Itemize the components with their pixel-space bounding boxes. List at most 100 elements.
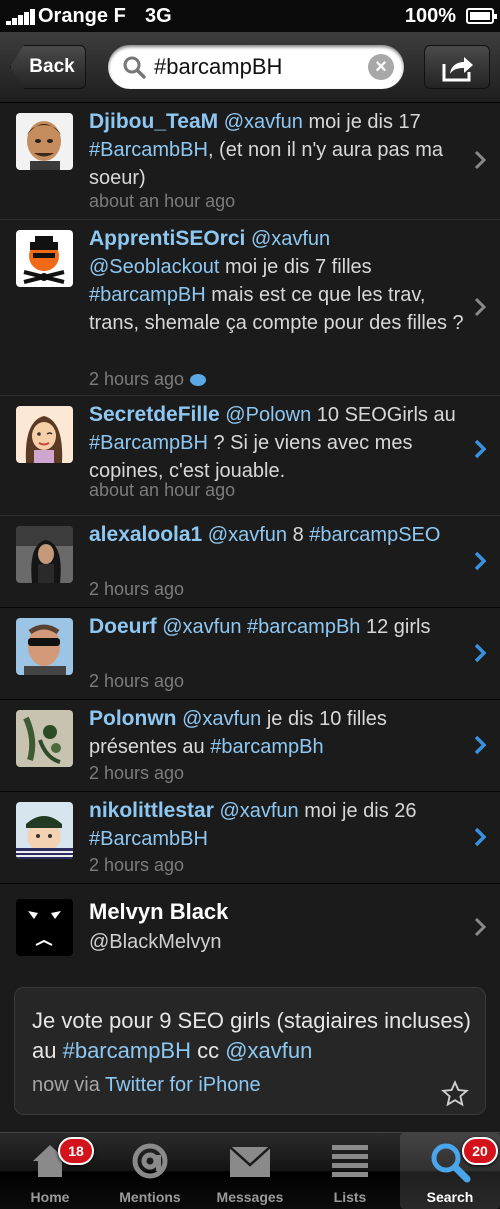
tweet-body: Je vote pour 9 SEO girls (stagiaires inc… [32,1006,472,1066]
tab-label: Search [426,1189,474,1205]
mention-link[interactable]: @xavfun [251,228,330,250]
tweet-username[interactable]: Doeurf [89,615,157,638]
tweet-username[interactable]: nikolittlestar [89,799,214,822]
avatar [16,406,73,463]
tab-label: Home [30,1189,70,1205]
hashtag-link[interactable]: #barcampBh [247,616,360,638]
tab-lists[interactable]: Lists [300,1133,400,1209]
tweet-time: 2 hours ago [89,671,185,691]
hashtag-link[interactable]: #BarcambBH [89,828,208,850]
tweet-time: 2 hours ago [89,369,207,390]
search-field[interactable]: × [108,45,404,89]
chevron-right-icon [474,735,486,755]
tweet-time-label: 2 hours ago [89,369,185,389]
text-fragment: 10 SEOGirls au [311,404,456,426]
tweet-detail-card: Je vote pour 9 SEO girls (stagiaires inc… [14,987,486,1115]
tweet-username[interactable]: Polonwn [89,707,177,730]
chevron-right-icon [474,439,486,459]
tweet-row[interactable]: Polonwn @xavfun je dis 10 filles présent… [0,700,500,792]
tweet-meta: now via Twitter for iPhone [32,1074,261,1097]
tab-mentions[interactable]: Mentions [100,1133,200,1209]
mention-link[interactable]: @xavfun [224,111,303,133]
text-fragment: 8 [287,524,310,546]
status-bar: Orange F 3G 100% [0,0,500,32]
back-button[interactable]: Back [10,45,86,89]
text-fragment: cc [190,1038,226,1063]
tweet-text: Polonwn @xavfun je dis 10 filles présent… [89,705,464,761]
avatar [16,710,73,767]
tweet-username[interactable]: ApprentiSEOrci [89,227,245,250]
mention-link[interactable]: @xavfun [225,1038,312,1063]
tweet-row[interactable]: ApprentiSEOrci @xavfun @Seoblackout moi … [0,220,500,396]
share-icon [442,57,473,82]
avatar [16,230,73,287]
hashtag-link[interactable]: #BarcambBH [89,139,208,161]
network-label: 3G [145,5,172,27]
tweet-text: ApprentiSEOrci @xavfun @Seoblackout moi … [89,225,464,337]
tweet-row[interactable]: SecretdeFille @Polown 10 SEOGirls au #Ba… [0,396,500,516]
search-badge: 20 [462,1137,498,1165]
chevron-right-icon [474,551,486,571]
chevron-right-icon [474,643,486,663]
mention-link[interactable]: @xavfun [219,800,298,822]
star-icon[interactable] [441,1080,469,1108]
chevron-right-icon [474,297,486,317]
chevron-right-icon [474,827,486,847]
search-input[interactable] [154,53,354,81]
battery-icon [466,8,497,24]
tweet-row[interactable]: Doeurf @xavfun #barcampBh 12 girls 2 hou… [0,608,500,700]
hashtag-link[interactable]: #barcampBh [210,736,323,758]
tab-label: Messages [216,1189,284,1205]
tweet-text: Doeurf @xavfun #barcampBh 12 girls [89,613,464,641]
nav-bar: Back × [0,32,500,103]
reply-bubble-icon [190,374,207,387]
share-button[interactable] [424,45,490,89]
tab-search[interactable]: 20 Search [400,1133,500,1209]
chevron-right-icon [474,150,486,170]
hashtag-link[interactable]: #BarcampBH [89,432,208,454]
mention-link[interactable]: @Polown [225,404,311,426]
tweet-username[interactable]: Djibou_TeaM [89,110,218,133]
list-icon [332,1145,368,1177]
mention-link[interactable]: @Seoblackout [89,256,219,278]
text-fragment: 12 girls [360,616,431,638]
tweet-time: about an hour ago [89,480,236,500]
tweet-row[interactable]: nikolittlestar @xavfun moi je dis 26 #Ba… [0,792,500,884]
tweet-list: Djibou_TeaM @xavfun moi je dis 17 #Barca… [0,103,500,884]
avatar [16,113,73,170]
avatar [16,618,73,675]
mention-link[interactable]: @xavfun [208,524,287,546]
profile-row[interactable]: Melvyn Black @BlackMelvyn [0,879,500,979]
home-badge: 18 [58,1137,94,1165]
text-fragment: moi je dis 17 [302,111,421,133]
at-icon [132,1143,168,1179]
tweet-text: nikolittlestar @xavfun moi je dis 26 #Ba… [89,797,464,853]
tweet-text: Djibou_TeaM @xavfun moi je dis 17 #Barca… [89,108,464,192]
tweet-time: about an hour ago [89,191,236,211]
tweet-row[interactable]: alexaloola1 @xavfun 8 #barcampSEO 2 hour… [0,516,500,608]
tweet-row[interactable]: Djibou_TeaM @xavfun moi je dis 17 #Barca… [0,103,500,220]
mention-link[interactable]: @xavfun [182,708,261,730]
tweet-username[interactable]: alexaloola1 [89,523,202,546]
hashtag-link[interactable]: #barcampBH [63,1038,191,1063]
tab-label: Mentions [119,1189,181,1205]
chevron-right-icon [474,917,486,937]
tweet-time: now via [32,1074,106,1096]
tab-messages[interactable]: Messages [200,1133,300,1209]
tab-label: Lists [333,1189,367,1205]
profile-name: Melvyn Black [89,899,229,924]
carrier-label: Orange F [38,5,126,27]
clear-icon[interactable]: × [368,54,394,80]
tweet-text: alexaloola1 @xavfun 8 #barcampSEO [89,521,464,549]
tab-bar: 18 Home Mentions Messages Lists 20 Searc… [0,1132,500,1209]
hashtag-link[interactable]: #barcampBH [89,284,206,306]
hashtag-link[interactable]: #barcampSEO [309,524,440,546]
battery-percent: 100% [404,5,456,27]
source-app-link[interactable]: Twitter for iPhone [105,1074,261,1096]
profile-handle: @BlackMelvyn [89,931,222,953]
tab-home[interactable]: 18 Home [0,1133,100,1209]
envelope-icon [229,1146,271,1177]
tweet-time: 2 hours ago [89,763,185,783]
mention-link[interactable]: @xavfun [162,616,241,638]
tweet-username[interactable]: SecretdeFille [89,403,220,426]
